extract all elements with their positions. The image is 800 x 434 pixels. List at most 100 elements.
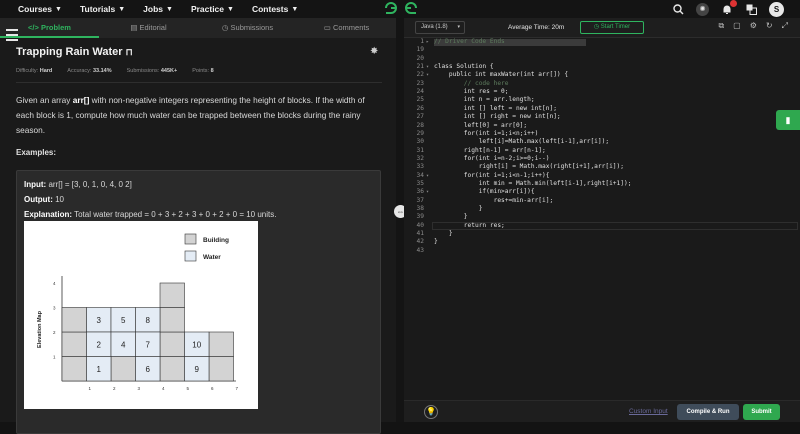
code-line[interactable]: 41 } [404,230,800,238]
code-line[interactable]: 23 // code here [404,80,800,88]
water-unit-label: 7 [146,340,151,349]
tab-label: Comments [332,23,370,32]
translate-icon[interactable] [745,3,757,15]
panel-splitter[interactable] [396,18,404,422]
theme-toggle-icon[interactable]: ✺ [696,2,709,16]
examples-heading: Examples: [16,148,57,157]
code-line[interactable]: 38 } [404,205,800,213]
code-line[interactable]: 31 right[n-1] = arr[n-1]; [404,147,800,155]
lightbulb-hint-icon[interactable]: 💡 [424,405,438,419]
code-editor[interactable]: 1 ▸// Driver Code Ends 19 20 21 ▾ class Soluti… [404,38,800,400]
code-line[interactable]: 1 ▸// Driver Code Ends [404,38,800,46]
submissions-label: Submissions: [126,68,160,74]
building-block [159,331,185,357]
legend-water-label: Water [203,254,221,261]
language-value: Java (1.8) [421,24,448,30]
elevation-cells: 3 5 8 2 4 7 10 1 6 9 [61,282,234,382]
fullscreen-icon[interactable]: ⤢ [782,21,788,31]
code-text: for(int i=n-2;i>=0;i--) [434,154,550,162]
code-line[interactable]: 34 ▾ for(int i=1;i<n-1;i++){ [404,172,800,180]
custom-input-link[interactable]: Custom Input [629,408,668,415]
code-line[interactable]: 36 ▾ if(min>arr[i]){ [404,188,800,196]
fold-toggle-icon[interactable]: ▾ [426,188,431,196]
tab-submissions[interactable]: ◷ Submissions [198,18,297,38]
problem-title-text: Trapping Rain Water [16,46,123,58]
bookmark-icon[interactable]: ⊓ [126,47,133,57]
nav-contests[interactable]: Contests ▼ [252,4,298,14]
compile-run-button[interactable]: Compile & Run [677,404,739,420]
gfg-logo-icon[interactable] [383,1,419,15]
fold-toggle-icon[interactable]: ▾ [426,71,431,79]
chevron-down-icon: ▼ [166,5,173,13]
settings-gear-icon[interactable]: ⚙ [750,21,757,31]
nav-courses[interactable]: Courses ▼ [18,4,62,14]
code-line[interactable]: 28 left[0] = arr[0]; [404,122,800,130]
code-line[interactable]: 37 res+=min-arr[i]; [404,197,800,205]
editor-toolbar: Java (1.8) ▾ Average Time: 20m ◷ Start Ti… [404,18,800,38]
notification-bell-icon[interactable] [721,0,737,15]
fold-toggle-icon[interactable]: ▾ [426,63,431,71]
average-time: Average Time: 20m [508,24,565,31]
fold-toggle-icon[interactable]: ▸ [426,38,431,46]
points-stat: Points: 8 [192,68,213,74]
language-select[interactable]: Java (1.8) ▾ [415,21,465,34]
submit-button[interactable]: Submit [743,404,780,420]
code-line[interactable]: 29 for(int i=1;i<n;i++) [404,130,800,138]
nav-tutorials[interactable]: Tutorials ▼ [80,4,125,14]
code-line[interactable]: 20 [404,55,800,63]
reset-icon[interactable]: ↻ [766,21,773,31]
code-line[interactable]: 43 [404,247,800,255]
editor-panel: Java (1.8) ▾ Average Time: 20m ◷ Start Ti… [404,18,800,422]
menu-hamburger-icon[interactable] [6,29,18,41]
building-block [159,307,185,333]
search-icon[interactable] [672,3,684,15]
report-bug-icon[interactable]: ✸ [370,46,378,57]
accuracy-value: 33.14% [92,68,112,74]
explanation-value: Total water trapped = 0 + 3 + 2 + 3 + 0 … [74,210,277,219]
file-icon[interactable]: ▢ [733,21,741,31]
chat-icon[interactable]: ▮ [776,110,800,130]
code-line[interactable]: 32 for(int i=n-2;i>=0;i--) [404,155,800,163]
code-line[interactable]: 35 int min = Math.min(left[i-1],right[i+… [404,180,800,188]
tab-editorial[interactable]: ▤ Editorial [99,18,198,38]
line-number: 31 [416,146,424,154]
start-timer-button[interactable]: ◷ Start Timer [580,21,644,34]
code-text: } [434,213,468,221]
x-tick-label: 3 [138,386,141,391]
y-tick-label: 1 [53,355,56,360]
code-line[interactable]: 25 int n = arr.length; [404,96,800,104]
divider [16,82,382,83]
line-number: 21 [416,63,424,71]
line-number: 28 [416,121,424,129]
code-line[interactable]: 27 int [] right = new int[n]; [404,113,800,121]
water-unit-label: 4 [121,340,126,349]
code-text: for(int i=1;i<n;i++) [434,129,539,137]
copy-icon[interactable]: ⧉ [718,21,724,31]
code-line[interactable]: 30 left[i]=Math.max(left[i-1],arr[i]); [404,138,800,146]
code-line[interactable]: 33 right[i] = Math.max(right[i+1],arr[i]… [404,163,800,171]
code-text: } [434,230,453,238]
tab-comments[interactable]: ▭ Comments [297,18,396,38]
nav-jobs[interactable]: Jobs ▼ [143,4,173,14]
code-line[interactable]: 26 int [] left = new int[n]; [404,105,800,113]
nav-practice[interactable]: Practice ▼ [191,4,234,14]
problem-panel: </> Problem ▤ Editorial ◷ Submissions ▭ … [0,18,396,434]
y-tick-label: 3 [53,306,56,311]
input-label: Input: [24,180,47,189]
tab-label: Problem [40,23,71,32]
code-text: for(int i=1;i<n-1;i++){ [434,171,550,179]
code-line[interactable]: 21 ▾ class Solution { [404,63,800,71]
code-line[interactable]: 24 int res = 0; [404,88,800,96]
code-line[interactable]: 22 ▾ public int maxWater(int arr[]) { [404,71,800,79]
user-avatar[interactable]: S [769,1,784,17]
editor-bottom-bar: 💡 Custom Input Compile & Run Submit [404,400,800,422]
code-icon: </> [28,23,39,32]
code-line[interactable]: 39 } [404,213,800,221]
fold-toggle-icon[interactable]: ▾ [426,172,431,180]
code-line[interactable]: 19 [404,46,800,54]
submissions-value: 445K+ [160,68,178,74]
accuracy-label: Accuracy: [67,68,92,74]
y-tick-label: 4 [53,281,56,286]
code-line[interactable]: 40 return res; [404,221,800,231]
code-line[interactable]: 42} [404,238,800,246]
